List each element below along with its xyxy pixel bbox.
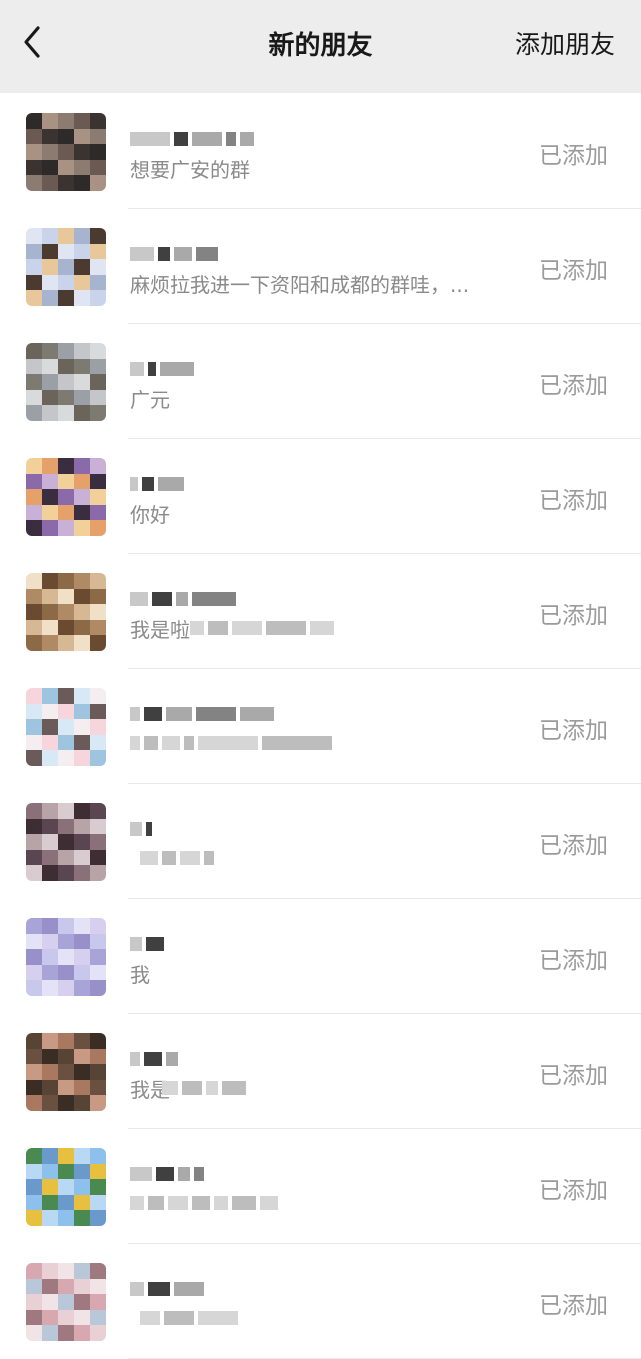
mosaic-name [130, 1048, 300, 1070]
mosaic-name [130, 243, 300, 265]
avatar[interactable] [26, 228, 106, 306]
mosaic-name [130, 1163, 300, 1185]
added-status-label: 已添加 [539, 948, 608, 974]
request-message: 广元 [130, 388, 170, 412]
mosaic-message [190, 618, 334, 638]
added-status-label: 已添加 [539, 1178, 608, 1204]
friend-request-row[interactable]: 已添加 [0, 784, 641, 899]
added-status-label: 已添加 [539, 258, 608, 284]
friend-request-row[interactable]: 已添加 [0, 1244, 641, 1359]
mosaic-name [130, 473, 300, 495]
avatar[interactable] [26, 343, 106, 421]
added-status-label: 已添加 [539, 603, 608, 629]
mosaic-name [130, 818, 300, 840]
friend-request-row[interactable]: 麻烦拉我进一下资阳和成都的群哇，... 已添加 [0, 209, 641, 324]
friend-request-row[interactable]: 想要广安的群 已添加 [0, 94, 641, 209]
added-status-label: 已添加 [539, 373, 608, 399]
mosaic-name [130, 933, 300, 955]
avatar[interactable] [26, 113, 106, 191]
added-status-label: 已添加 [539, 143, 608, 169]
avatar[interactable] [26, 918, 106, 996]
mosaic-name [130, 703, 300, 725]
avatar[interactable] [26, 803, 106, 881]
friend-request-row[interactable]: 已添加 [0, 1129, 641, 1244]
avatar[interactable] [26, 458, 106, 536]
friend-request-row[interactable]: 已添加 [0, 669, 641, 784]
mosaic-name [130, 1278, 300, 1300]
mosaic-message [162, 1078, 246, 1098]
friend-request-row[interactable]: 你好 已添加 [0, 439, 641, 554]
request-message: 麻烦拉我进一下资阳和成都的群哇，... [130, 273, 470, 297]
avatar[interactable] [26, 688, 106, 766]
added-status-label: 已添加 [539, 718, 608, 744]
add-friend-button[interactable]: 添加朋友 [515, 25, 615, 61]
avatar[interactable] [26, 573, 106, 651]
mosaic-message [130, 1193, 278, 1213]
mosaic-message [140, 1308, 238, 1328]
request-message: 我 [130, 963, 150, 987]
request-message: 你好 [130, 503, 170, 527]
added-status-label: 已添加 [539, 833, 608, 859]
added-status-label: 已添加 [539, 488, 608, 514]
mosaic-message [140, 848, 214, 868]
friend-request-row[interactable]: 我是啦 已添加 [0, 554, 641, 669]
friend-request-row[interactable]: 我是 已添加 [0, 1014, 641, 1129]
request-message: 想要广安的群 [130, 158, 250, 182]
avatar[interactable] [26, 1263, 106, 1341]
mosaic-name [130, 358, 300, 380]
added-status-label: 已添加 [539, 1293, 608, 1319]
new-friends-list: 想要广安的群 已添加 麻烦拉我进一下资阳和成都的群哇，... 已添加 广元 已添加 你好 已添… [0, 94, 641, 1359]
friend-request-row[interactable]: 我 已添加 [0, 899, 641, 1014]
navigation-bar: 新的朋友 添加朋友 [0, 0, 641, 93]
request-message: 我是啦 [130, 618, 190, 642]
avatar[interactable] [26, 1033, 106, 1111]
added-status-label: 已添加 [539, 1063, 608, 1089]
friend-request-row[interactable]: 广元 已添加 [0, 324, 641, 439]
mosaic-name [130, 128, 300, 150]
mosaic-message [130, 733, 332, 753]
avatar[interactable] [26, 1148, 106, 1226]
mosaic-name [130, 588, 300, 610]
